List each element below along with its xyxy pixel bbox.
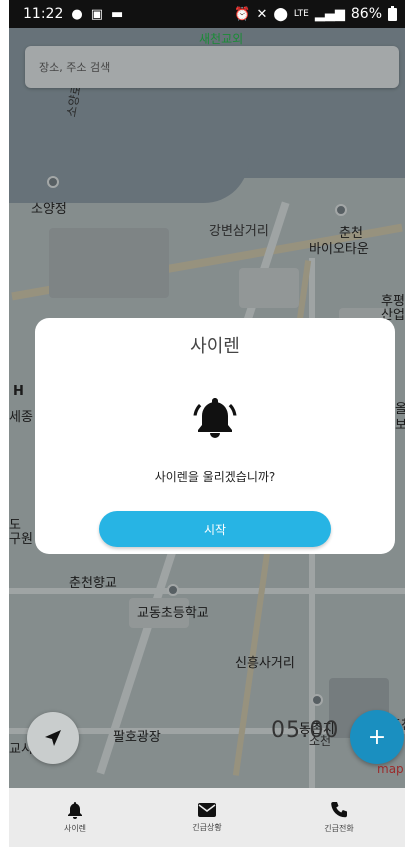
battery-icon bbox=[388, 5, 397, 21]
bell-icon bbox=[68, 802, 82, 819]
timer-display: 05:00 bbox=[271, 718, 340, 743]
my-location-button[interactable] bbox=[27, 712, 79, 764]
navigation-arrow-icon bbox=[45, 730, 61, 746]
add-button[interactable]: + bbox=[350, 710, 404, 764]
nav-item-siren[interactable]: 사이렌 bbox=[9, 788, 141, 847]
image-icon: ▣ bbox=[90, 6, 103, 22]
nav-label: 긴급전화 bbox=[324, 824, 354, 833]
mute-icon: ✕ bbox=[256, 6, 268, 22]
bottom-nav: 사이렌 긴급상황 긴급전화 bbox=[9, 788, 405, 847]
signal-icon: ▂▄▆ bbox=[314, 6, 345, 22]
location-icon: ⬤ bbox=[273, 6, 288, 22]
chat-bubble-icon: ● bbox=[71, 6, 83, 22]
battery-percent: 86% bbox=[350, 6, 382, 22]
nav-label: 긴급상황 bbox=[192, 823, 222, 832]
alarm-icon: ⏰ bbox=[234, 6, 251, 22]
message-icon: ▬ bbox=[111, 6, 124, 22]
dialog-title: 사이렌 bbox=[190, 336, 240, 357]
mail-icon bbox=[198, 803, 216, 817]
siren-dialog: 사이렌 사이렌을 울리겠습니까? 시작 bbox=[35, 318, 395, 554]
nav-label: 사이렌 bbox=[63, 824, 87, 833]
status-bar: 11:22 ● ▣ ▬ ⏰ ✕ ⬤ LTE ▂▄▆ 86% bbox=[9, 0, 405, 28]
phone-screen: 11:22 ● ▣ ▬ ⏰ ✕ ⬤ LTE ▂▄▆ 86% 새천교외 소양로 소… bbox=[9, 0, 405, 847]
dialog-message: 사이렌을 울리겠습니까? bbox=[154, 470, 276, 484]
nav-item-emergency[interactable]: 긴급상황 bbox=[141, 788, 273, 847]
phone-icon bbox=[331, 802, 347, 818]
start-button[interactable]: 시작 bbox=[99, 511, 331, 547]
map-logo: map bbox=[377, 762, 404, 776]
bell-icon bbox=[193, 398, 237, 438]
nav-item-emergency-call[interactable]: 긴급전화 bbox=[273, 788, 405, 847]
lte-icon: LTE bbox=[293, 9, 309, 19]
status-time: 11:22 bbox=[23, 6, 64, 22]
